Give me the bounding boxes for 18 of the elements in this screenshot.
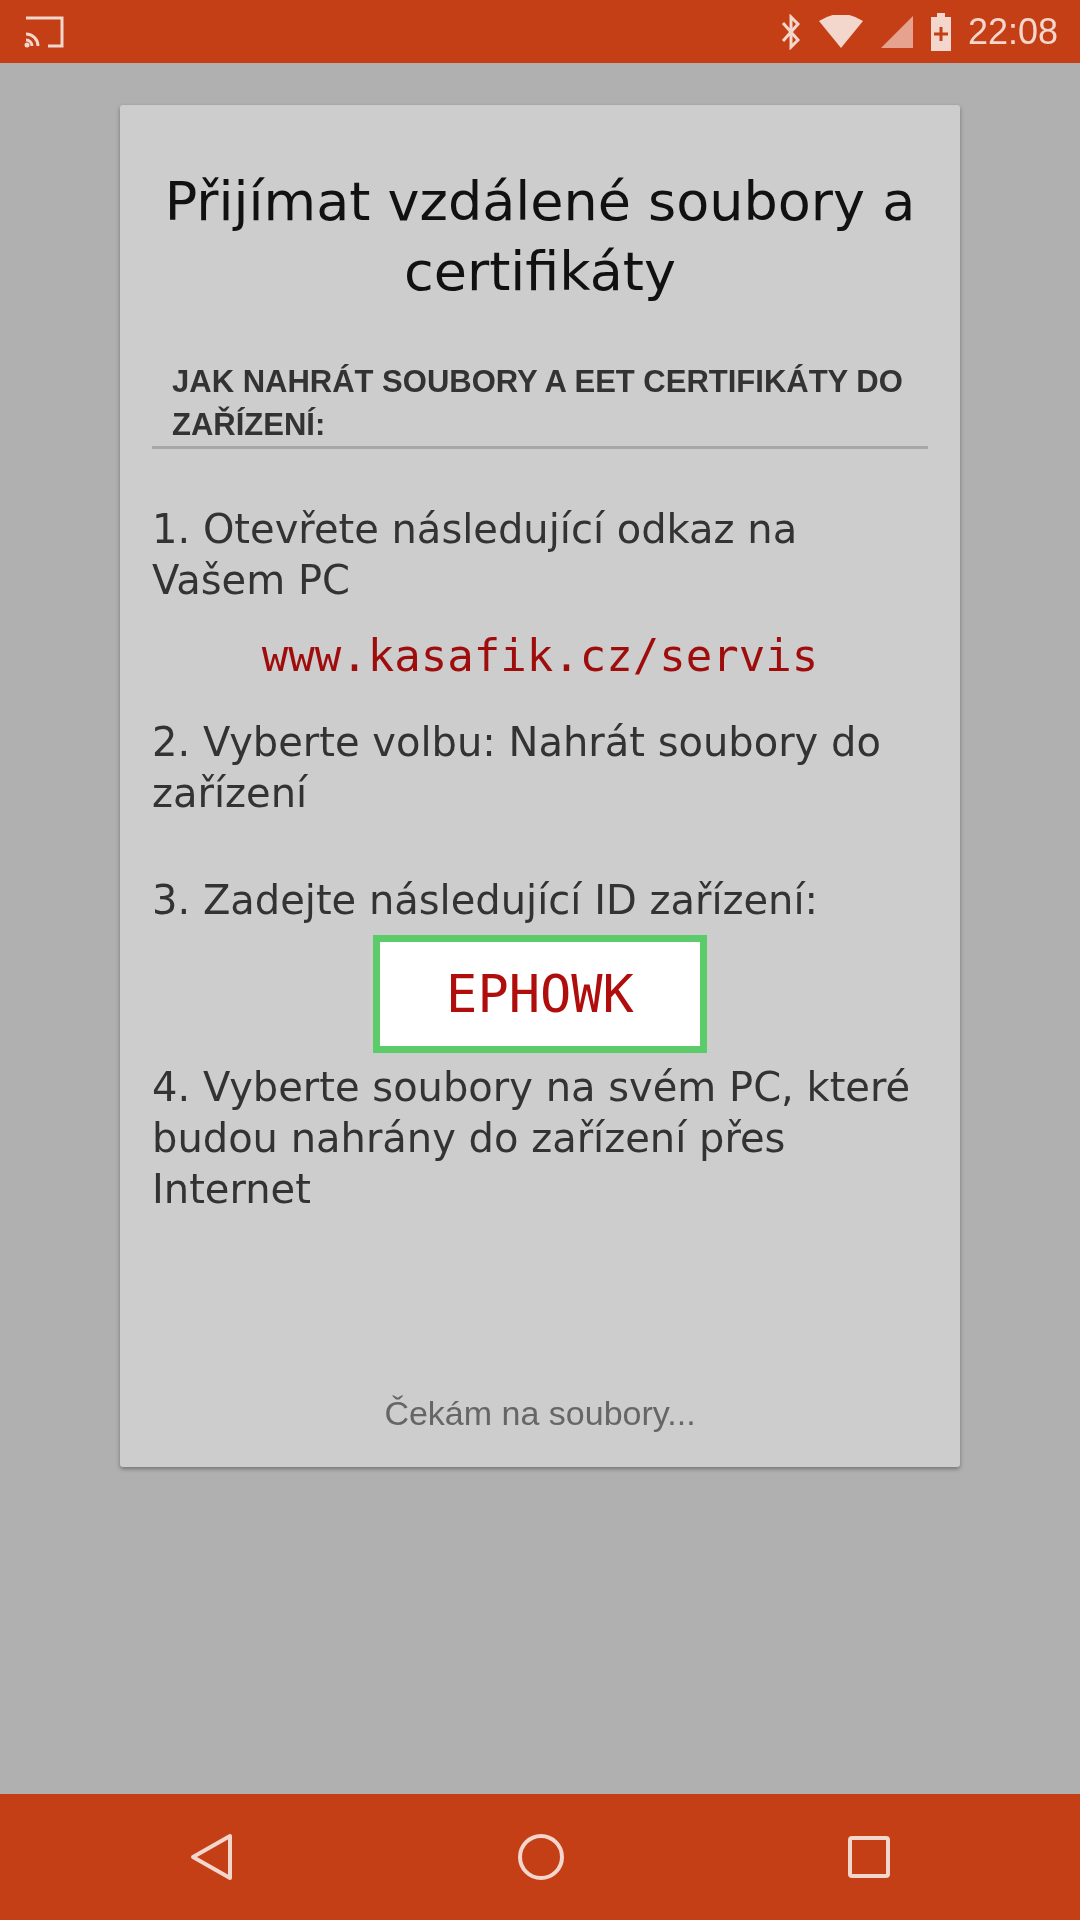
signal-icon [879, 14, 914, 49]
section-heading: JAK NAHRÁT SOUBORY A EET CERTIFIKÁTY DO ZAŘÍZENÍ: [172, 363, 904, 444]
cast-icon [24, 15, 64, 48]
instruction-text: 4. Vyberte soubory na svém PC, které budou nahrány do zařízení přes Internet [152, 1063, 912, 1214]
instruction-text: 1. Otevřete následující odkaz na Vašem PC [152, 505, 799, 605]
back-icon[interactable] [189, 1833, 234, 1881]
instruction-text: 3. Zadejte následující ID zařízení: [152, 876, 820, 925]
status-text: Čekám na soubory... [383, 1393, 697, 1434]
device-id-code: EPHOWK [373, 935, 707, 1053]
recents-icon[interactable] [848, 1836, 891, 1878]
instruction-text: 2. Vyberte volbu: Nahrát soubory do zařízení [152, 718, 882, 818]
wifi-icon [817, 14, 864, 49]
dialog-title: Přijímat vzdálené soubory a certifikáty [163, 169, 917, 305]
clock-time: 22:08 [967, 9, 1058, 54]
battery-icon [929, 12, 952, 51]
home-icon[interactable] [517, 1833, 565, 1881]
website-link[interactable]: www.kasafik.cz/servis [152, 628, 928, 684]
bluetooth-icon [779, 13, 802, 50]
